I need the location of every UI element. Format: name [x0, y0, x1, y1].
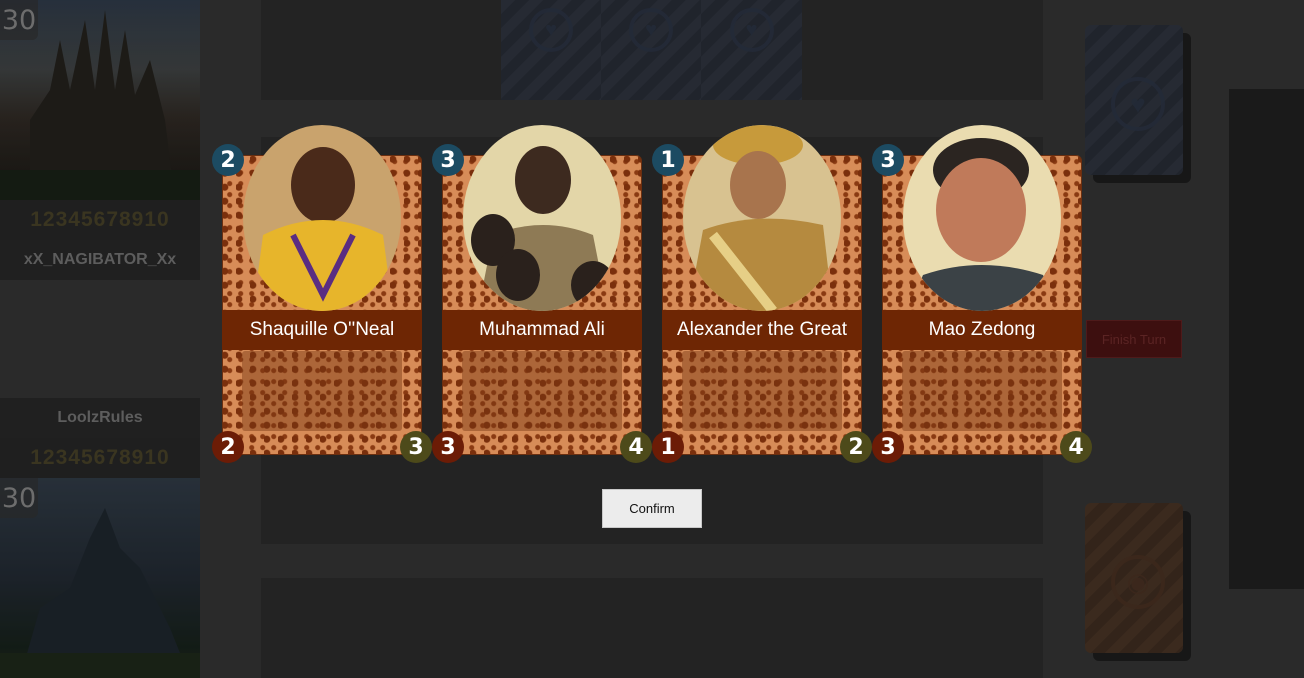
- health-badge: 4: [1060, 431, 1092, 463]
- opponent-mana-row: 12345678910: [0, 200, 200, 240]
- opponent-lives: 30: [0, 0, 38, 40]
- card-description: [242, 351, 402, 431]
- card-portrait-mao[interactable]: [903, 125, 1061, 311]
- card-description: [902, 351, 1062, 431]
- card-portrait-ali[interactable]: [463, 125, 621, 311]
- card-description: [682, 351, 842, 431]
- player-lives: 30: [0, 478, 38, 518]
- opponent-hand-card: ♥: [501, 0, 601, 100]
- right-side-panel: [1229, 89, 1304, 589]
- heart-icon: ♥: [629, 8, 673, 52]
- attack-badge: 3: [432, 431, 464, 463]
- opponent-deck: ♥: [1085, 25, 1183, 175]
- health-badge: 4: [620, 431, 652, 463]
- player-hand-zone: [261, 578, 1043, 678]
- opponent-hand-card: ♥: [701, 0, 802, 100]
- cost-badge: 3: [432, 144, 464, 176]
- player-mana-row: 12345678910: [0, 438, 200, 478]
- mao-portrait-image: [903, 125, 1061, 311]
- heart-icon: ♥: [1111, 77, 1165, 131]
- health-badge: 3: [400, 431, 432, 463]
- attack-badge: 1: [652, 431, 684, 463]
- shaquille-portrait-image: [243, 125, 401, 311]
- finish-turn-button[interactable]: Finish Turn: [1086, 320, 1182, 358]
- confirm-button[interactable]: Confirm: [602, 489, 702, 528]
- ali-portrait-image: [463, 125, 621, 311]
- card-portrait-alexander[interactable]: [683, 125, 841, 311]
- eye-icon: ◉: [1111, 555, 1165, 609]
- health-badge: 2: [840, 431, 872, 463]
- heart-icon: ♥: [529, 8, 573, 52]
- card-name: Alexander the Great: [662, 310, 862, 350]
- opponent-name: xX_NAGIBATOR_Xx: [0, 240, 200, 280]
- opponent-hand-card: ♥: [601, 0, 701, 100]
- cost-badge: 2: [212, 144, 244, 176]
- attack-badge: 2: [212, 431, 244, 463]
- card-name: Mao Zedong: [882, 310, 1082, 350]
- card-name: Muhammad Ali: [442, 310, 642, 350]
- player-portrait: 30: [0, 478, 200, 678]
- attack-badge: 3: [872, 431, 904, 463]
- card-description: [462, 351, 622, 431]
- card-name: Shaquille O''Neal: [222, 310, 422, 350]
- cost-badge: 3: [872, 144, 904, 176]
- card-portrait-shaquille[interactable]: [243, 125, 401, 311]
- player-deck[interactable]: ◉: [1085, 503, 1183, 653]
- alexander-portrait-image: [683, 125, 841, 311]
- cost-badge: 1: [652, 144, 684, 176]
- player-name: LoolzRules: [0, 398, 200, 438]
- heart-icon: ♥: [729, 8, 774, 52]
- opponent-portrait: 30: [0, 0, 200, 200]
